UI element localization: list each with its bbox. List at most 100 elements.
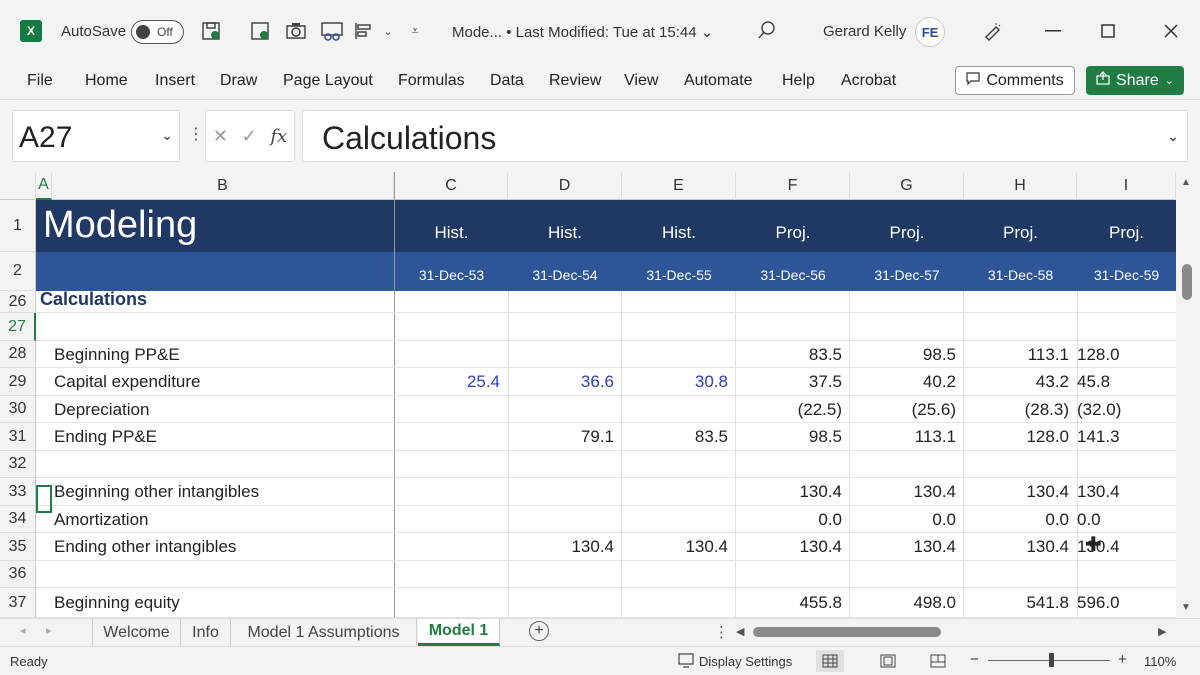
save-as-icon[interactable] bbox=[248, 20, 272, 42]
avatar[interactable]: FE bbox=[915, 17, 945, 47]
data-cell[interactable]: 130.4 bbox=[1077, 482, 1176, 502]
data-cell[interactable]: 130.4 bbox=[736, 482, 850, 502]
autosave-toggle[interactable]: Off bbox=[131, 20, 184, 44]
sheet-tab-model-1-assumptions[interactable]: Model 1 Assumptions bbox=[231, 619, 417, 646]
header-period-type[interactable]: Proj. bbox=[850, 223, 964, 243]
row-header-28[interactable]: 28 bbox=[0, 341, 36, 368]
row-label[interactable]: Beginning other intangibles bbox=[54, 482, 259, 502]
chevron-down-icon[interactable]: ⌄ bbox=[161, 127, 173, 144]
user-name[interactable]: Gerard Kelly bbox=[823, 23, 906, 40]
header-date[interactable]: 31-Dec-55 bbox=[622, 267, 736, 283]
page-break-view-icon[interactable] bbox=[924, 650, 952, 672]
customize-toolbar-icon[interactable]: ⩡ bbox=[403, 20, 427, 42]
tab-automate[interactable]: Automate bbox=[684, 72, 752, 90]
header-period-type[interactable]: Proj. bbox=[736, 223, 850, 243]
row-label[interactable]: Capital expenditure bbox=[54, 372, 200, 392]
column-header-e[interactable]: E bbox=[622, 172, 736, 200]
row-header-1[interactable]: 1 bbox=[0, 200, 36, 252]
close-icon[interactable] bbox=[1158, 18, 1184, 44]
tab-data[interactable]: Data bbox=[490, 72, 524, 90]
normal-view-icon[interactable] bbox=[816, 650, 844, 672]
tab-view[interactable]: View bbox=[624, 72, 658, 90]
data-cell[interactable]: (25.6) bbox=[850, 400, 964, 420]
data-cell[interactable]: 37.5 bbox=[736, 372, 850, 392]
vertical-scrollbar[interactable]: ▲ ▼ bbox=[1176, 172, 1200, 618]
row-header-2[interactable]: 2 bbox=[0, 252, 36, 291]
scroll-left-icon[interactable]: ◀ bbox=[736, 625, 744, 638]
header-period-type[interactable]: Hist. bbox=[508, 223, 622, 243]
display-settings-icon[interactable] bbox=[678, 653, 696, 673]
header-date[interactable]: 31-Dec-57 bbox=[850, 267, 964, 283]
enter-icon[interactable]: ✓ bbox=[242, 126, 257, 147]
data-cell[interactable]: 455.8 bbox=[736, 593, 850, 613]
search-icon[interactable] bbox=[757, 20, 777, 45]
horizontal-scroll-thumb[interactable] bbox=[753, 627, 941, 637]
header-date[interactable]: 31-Dec-53 bbox=[395, 267, 508, 283]
data-cell[interactable]: 141.3 bbox=[1077, 427, 1176, 447]
pen-icon[interactable] bbox=[979, 18, 1005, 44]
row-header-32[interactable]: 32 bbox=[0, 451, 36, 478]
data-cell[interactable]: 43.2 bbox=[964, 372, 1077, 392]
data-cell[interactable]: 130.4 bbox=[508, 537, 622, 557]
row-label[interactable]: Amortization bbox=[54, 510, 148, 530]
row-header-31[interactable]: 31 bbox=[0, 423, 36, 451]
data-cell[interactable]: 0.0 bbox=[964, 510, 1077, 530]
row-header-26[interactable]: 26 bbox=[0, 291, 36, 313]
data-cell[interactable]: 36.6 bbox=[508, 372, 622, 392]
insert-function-icon[interactable]: fx bbox=[270, 126, 287, 147]
data-cell[interactable]: 98.5 bbox=[736, 427, 850, 447]
data-cell[interactable]: 0.0 bbox=[1077, 510, 1176, 530]
data-cell[interactable]: (32.0) bbox=[1077, 400, 1176, 420]
scroll-right-icon[interactable]: ▶ bbox=[1158, 625, 1166, 638]
data-cell[interactable]: 130.4 bbox=[964, 537, 1077, 557]
row-label[interactable]: Ending other intangibles bbox=[54, 537, 236, 557]
share-button[interactable]: Share ⌄ bbox=[1086, 66, 1184, 95]
tab-acrobat[interactable]: Acrobat bbox=[841, 72, 896, 90]
zoom-in-button[interactable]: + bbox=[1118, 651, 1127, 668]
save-icon[interactable] bbox=[199, 20, 223, 42]
data-cell[interactable]: 113.1 bbox=[964, 345, 1077, 365]
page-layout-view-icon[interactable] bbox=[874, 650, 902, 672]
vertical-scroll-thumb[interactable] bbox=[1182, 264, 1192, 300]
header-date[interactable]: 31-Dec-54 bbox=[508, 267, 622, 283]
zoom-slider-thumb[interactable] bbox=[1049, 653, 1054, 667]
print-preview-icon[interactable] bbox=[320, 20, 344, 42]
sheet-tab-model-1[interactable]: Model 1 bbox=[418, 619, 500, 646]
column-header-f[interactable]: F bbox=[736, 172, 850, 200]
zoom-out-button[interactable]: − bbox=[970, 651, 979, 668]
data-cell[interactable]: (28.3) bbox=[964, 400, 1077, 420]
row-header-27[interactable]: 27 bbox=[0, 313, 36, 341]
row-header-37[interactable]: 37 bbox=[0, 588, 36, 618]
header-period-type[interactable]: Proj. bbox=[964, 223, 1077, 243]
data-cell[interactable]: 498.0 bbox=[850, 593, 964, 613]
header-period-type[interactable]: Hist. bbox=[622, 223, 736, 243]
data-cell[interactable]: 128.0 bbox=[964, 427, 1077, 447]
tab-home[interactable]: Home bbox=[85, 72, 128, 90]
row-header-34[interactable]: 34 bbox=[0, 506, 36, 533]
data-cell[interactable]: 130.4 bbox=[736, 537, 850, 557]
spreadsheet-grid[interactable]: A B C D E F G H I Modeling 1 2 26 27 28 29 30 3… bbox=[0, 172, 1176, 618]
data-cell[interactable]: 130.4 bbox=[850, 482, 964, 502]
document-title[interactable]: Mode... • Last Modified: Tue at 15:44 ⌄ bbox=[452, 23, 713, 41]
row-header-30[interactable]: 30 bbox=[0, 396, 36, 423]
scroll-up-icon[interactable]: ▲ bbox=[1181, 177, 1191, 188]
tab-splitter-icon[interactable]: ⋮ bbox=[714, 623, 729, 641]
sheet-tab-info[interactable]: Info bbox=[181, 619, 231, 646]
display-settings-label[interactable]: Display Settings bbox=[699, 654, 792, 669]
column-header-g[interactable]: G bbox=[850, 172, 964, 200]
add-sheet-icon[interactable]: + bbox=[529, 621, 549, 641]
column-header-h[interactable]: H bbox=[964, 172, 1077, 200]
align-icon[interactable] bbox=[352, 20, 376, 42]
data-cell[interactable]: 0.0 bbox=[850, 510, 964, 530]
data-cell[interactable]: 83.5 bbox=[622, 427, 736, 447]
row-label[interactable]: Ending PP&E bbox=[54, 427, 157, 447]
next-sheet-icon[interactable]: ▸ bbox=[46, 624, 52, 637]
column-header-b[interactable]: B bbox=[52, 172, 394, 200]
header-date[interactable]: 31-Dec-58 bbox=[964, 267, 1077, 283]
data-cell[interactable]: 0.0 bbox=[736, 510, 850, 530]
formula-input[interactable]: Calculations ⌄ bbox=[302, 110, 1188, 162]
data-cell[interactable]: 98.5 bbox=[850, 345, 964, 365]
row-header-33[interactable]: 33 bbox=[0, 478, 36, 506]
data-cell[interactable]: 130.4 bbox=[622, 537, 736, 557]
row-label[interactable]: Beginning equity bbox=[54, 593, 180, 613]
